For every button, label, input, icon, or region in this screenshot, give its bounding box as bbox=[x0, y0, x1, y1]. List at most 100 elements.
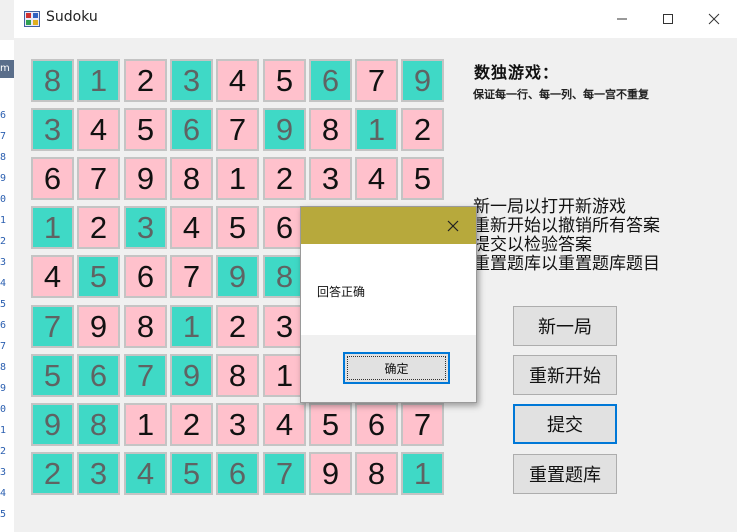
sudoku-cell[interactable]: 4 bbox=[77, 108, 120, 151]
sudoku-cell[interactable]: 5 bbox=[124, 108, 167, 151]
background-line-number: 6 bbox=[0, 320, 7, 331]
background-line-number: 3 bbox=[0, 257, 7, 268]
sudoku-cell[interactable]: 2 bbox=[263, 157, 306, 200]
sudoku-cell[interactable]: 5 bbox=[401, 157, 444, 200]
sudoku-cell[interactable]: 7 bbox=[355, 59, 398, 102]
sudoku-cell[interactable]: 8 bbox=[216, 354, 259, 397]
sudoku-cell[interactable]: 3 bbox=[31, 108, 74, 151]
sudoku-cell[interactable]: 5 bbox=[77, 255, 120, 298]
background-line-number: 5 bbox=[0, 299, 7, 310]
sudoku-cell[interactable]: 4 bbox=[216, 59, 259, 102]
sudoku-cell[interactable]: 2 bbox=[31, 452, 74, 495]
sudoku-cell[interactable]: 8 bbox=[170, 157, 213, 200]
sudoku-cell[interactable]: 2 bbox=[170, 403, 213, 446]
sudoku-cell[interactable]: 5 bbox=[263, 59, 306, 102]
sudoku-cell[interactable]: 9 bbox=[216, 255, 259, 298]
sudoku-cell[interactable]: 5 bbox=[309, 403, 352, 446]
minimize-button[interactable] bbox=[599, 0, 645, 38]
minimize-icon bbox=[617, 18, 627, 20]
sudoku-cell[interactable]: 6 bbox=[355, 403, 398, 446]
sudoku-cell[interactable]: 9 bbox=[263, 108, 306, 151]
sudoku-cell[interactable]: 4 bbox=[170, 206, 213, 249]
background-header-label: m bbox=[0, 60, 14, 78]
dialog-message: 回答正确 bbox=[317, 285, 366, 299]
background-line-number: 5 bbox=[0, 509, 7, 520]
sudoku-cell[interactable]: 7 bbox=[31, 305, 74, 348]
sudoku-cell[interactable]: 2 bbox=[216, 305, 259, 348]
sudoku-cell[interactable]: 9 bbox=[124, 157, 167, 200]
sudoku-cell[interactable]: 9 bbox=[309, 452, 352, 495]
background-editor-strip: m 6 7 8 9 0 1 2 3 4 5 6 7 8 9 0 1 2 3 4 5 bbox=[0, 40, 15, 532]
sudoku-cell[interactable]: 5 bbox=[170, 452, 213, 495]
sudoku-cell[interactable]: 5 bbox=[216, 206, 259, 249]
sudoku-cell[interactable]: 1 bbox=[170, 305, 213, 348]
sudoku-cell[interactable]: 9 bbox=[31, 403, 74, 446]
sudoku-cell[interactable]: 3 bbox=[170, 59, 213, 102]
sudoku-cell[interactable]: 7 bbox=[216, 108, 259, 151]
sudoku-cell[interactable]: 7 bbox=[401, 403, 444, 446]
close-icon bbox=[708, 13, 720, 25]
submit-button[interactable]: 提交 bbox=[513, 404, 617, 444]
sudoku-cell[interactable]: 6 bbox=[170, 108, 213, 151]
instruction-line: 重置题库以重置题库题目 bbox=[473, 254, 660, 274]
sudoku-cell[interactable]: 1 bbox=[31, 206, 74, 249]
background-line-number: 9 bbox=[0, 383, 7, 394]
sudoku-app-icon bbox=[24, 11, 40, 27]
dialog-close-button[interactable] bbox=[442, 215, 464, 237]
sudoku-cell[interactable]: 4 bbox=[124, 452, 167, 495]
window-title: Sudoku bbox=[46, 9, 98, 25]
sudoku-cell[interactable]: 2 bbox=[77, 206, 120, 249]
sudoku-cell[interactable]: 7 bbox=[170, 255, 213, 298]
close-button[interactable] bbox=[691, 0, 737, 38]
background-line-number: 9 bbox=[0, 173, 7, 184]
sudoku-cell[interactable]: 6 bbox=[31, 157, 74, 200]
sudoku-cell[interactable]: 8 bbox=[31, 59, 74, 102]
sudoku-cell[interactable]: 3 bbox=[309, 157, 352, 200]
sudoku-cell[interactable]: 6 bbox=[216, 452, 259, 495]
background-line-number: 1 bbox=[0, 425, 7, 436]
sudoku-cell[interactable]: 6 bbox=[124, 255, 167, 298]
background-line-number: 3 bbox=[0, 467, 7, 478]
sudoku-cell[interactable]: 3 bbox=[124, 206, 167, 249]
sudoku-cell[interactable]: 7 bbox=[77, 157, 120, 200]
new-game-button[interactable]: 新一局 bbox=[513, 306, 617, 346]
restart-button[interactable]: 重新开始 bbox=[513, 355, 617, 395]
dialog-body: 回答正确 bbox=[301, 244, 476, 335]
sudoku-cell[interactable]: 1 bbox=[401, 452, 444, 495]
sudoku-cell[interactable]: 1 bbox=[77, 59, 120, 102]
instruction-line: 重新开始以撤销所有答案 bbox=[473, 216, 660, 236]
background-line-number: 2 bbox=[0, 446, 7, 457]
maximize-button[interactable] bbox=[645, 0, 691, 38]
sudoku-cell[interactable]: 5 bbox=[31, 354, 74, 397]
sudoku-cell[interactable]: 1 bbox=[124, 403, 167, 446]
sudoku-cell[interactable]: 1 bbox=[216, 157, 259, 200]
sudoku-cell[interactable]: 7 bbox=[124, 354, 167, 397]
sudoku-cell[interactable]: 9 bbox=[77, 305, 120, 348]
background-line-number: 4 bbox=[0, 278, 7, 289]
sudoku-cell[interactable]: 6 bbox=[77, 354, 120, 397]
sudoku-cell[interactable]: 7 bbox=[263, 452, 306, 495]
sudoku-cell[interactable]: 8 bbox=[77, 403, 120, 446]
background-line-number: 2 bbox=[0, 236, 7, 247]
sudoku-cell[interactable]: 8 bbox=[309, 108, 352, 151]
sudoku-cell[interactable]: 3 bbox=[216, 403, 259, 446]
background-line-number: 0 bbox=[0, 194, 7, 205]
ok-button[interactable]: 确定 bbox=[343, 352, 450, 384]
sudoku-cell[interactable]: 4 bbox=[355, 157, 398, 200]
game-rule: 保证每一行、每一列、每一宫不重复 bbox=[473, 88, 649, 101]
sudoku-cell[interactable]: 3 bbox=[77, 452, 120, 495]
background-line-number: 6 bbox=[0, 110, 7, 121]
sudoku-cell[interactable]: 9 bbox=[401, 59, 444, 102]
sudoku-cell[interactable]: 9 bbox=[170, 354, 213, 397]
sudoku-cell[interactable]: 8 bbox=[124, 305, 167, 348]
sudoku-cell[interactable]: 2 bbox=[401, 108, 444, 151]
sudoku-cell[interactable]: 1 bbox=[355, 108, 398, 151]
sudoku-cell[interactable]: 4 bbox=[263, 403, 306, 446]
reset-bank-button[interactable]: 重置题库 bbox=[513, 454, 617, 494]
sudoku-cell[interactable]: 8 bbox=[355, 452, 398, 495]
sudoku-cell[interactable]: 4 bbox=[31, 255, 74, 298]
sudoku-cell[interactable]: 2 bbox=[124, 59, 167, 102]
focus-rectangle bbox=[347, 356, 446, 380]
background-line-number: 0 bbox=[0, 404, 7, 415]
sudoku-cell[interactable]: 6 bbox=[309, 59, 352, 102]
